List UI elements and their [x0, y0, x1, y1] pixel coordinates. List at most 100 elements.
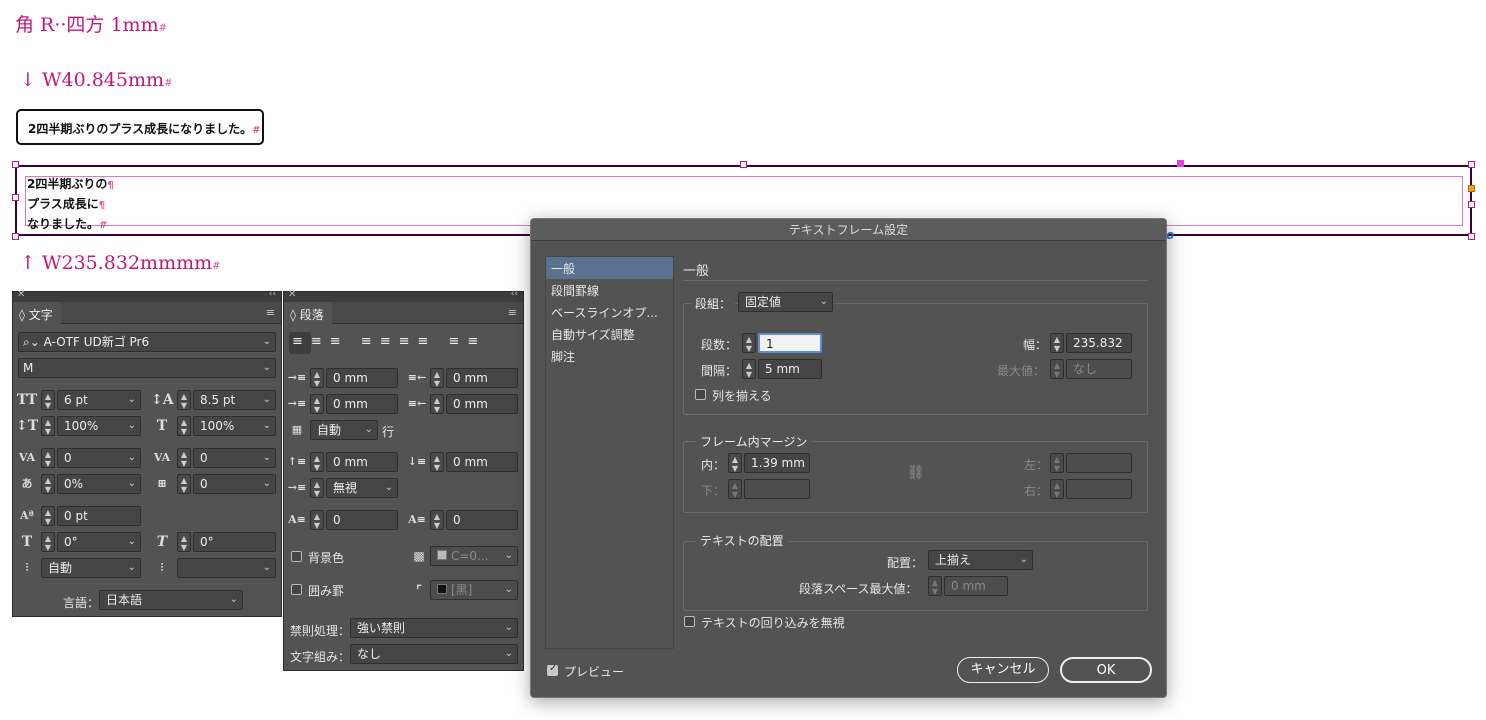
drop-cap-chars-field[interactable]: 0	[446, 510, 518, 530]
ok-button[interactable]: OK	[1060, 657, 1152, 683]
selection-handle[interactable]	[12, 194, 19, 201]
stepper[interactable]: ▲ ▼	[41, 506, 55, 526]
first-line-indent-field[interactable]: 0 mm	[326, 394, 398, 414]
stepper[interactable]: ▲ ▼	[1050, 333, 1064, 353]
stepper[interactable]: ▲ ▼	[430, 510, 444, 530]
selection-handle[interactable]	[1468, 233, 1475, 240]
grid-select[interactable]: 自動 ⌄	[310, 420, 378, 440]
gutter-input[interactable]: 5 mm	[758, 359, 822, 379]
stepper[interactable]: ▲ ▼	[177, 474, 191, 494]
align-to-grid-select[interactable]: 無視 ⌄	[326, 478, 398, 498]
stepper[interactable]: ▲ ▼	[41, 532, 55, 552]
tab-character[interactable]: ◊ 文字	[13, 302, 61, 324]
stepper[interactable]: ▲ ▼	[728, 479, 742, 499]
selection-handle[interactable]	[1468, 161, 1475, 168]
aki-field[interactable]: 0 ⌄	[193, 474, 276, 494]
skew-field[interactable]: 0°	[193, 532, 276, 552]
nav-item-footnotes[interactable]: 脚注	[546, 345, 673, 367]
horizontal-scale-field[interactable]: 100% ⌄	[193, 416, 276, 436]
nav-item-column-rules[interactable]: 段間罫線	[546, 279, 673, 301]
tab-paragraph[interactable]: ◊ 段落	[284, 302, 332, 324]
close-icon[interactable]: ✕	[288, 289, 296, 300]
stepper[interactable]: ▲ ▼	[41, 474, 55, 494]
close-icon[interactable]: ✕	[17, 289, 25, 300]
stepper[interactable]: ▲ ▼	[742, 333, 756, 353]
stepper[interactable]: ▲ ▼	[430, 368, 444, 388]
column-width-input[interactable]: 235.832	[1066, 333, 1132, 353]
tracking-field[interactable]: 0 ⌄	[193, 448, 276, 468]
last-line-indent-field[interactable]: 0 mm	[446, 394, 518, 414]
chain-link-icon[interactable]: ⛓	[907, 465, 925, 481]
stepper[interactable]: ▲ ▼	[430, 452, 444, 472]
kerning-field[interactable]: 0 ⌄	[57, 448, 141, 468]
nav-item-auto-size[interactable]: 自動サイズ調整	[546, 323, 673, 345]
font-size-field[interactable]: 6 pt ⌄	[57, 390, 141, 410]
border-color-select[interactable]: [黒] ⌄	[430, 580, 518, 600]
font-family-select[interactable]: ⌕⌄ A-OTF UD新ゴ Pr6 ⌄	[18, 332, 276, 352]
stepper[interactable]: ▲ ▼	[310, 478, 324, 498]
column-count-input[interactable]: 1	[758, 333, 822, 353]
rotate-field[interactable]: 0° ⌄	[57, 532, 141, 552]
stepper[interactable]: ▲ ▼	[177, 416, 191, 436]
cancel-button[interactable]: キャンセル	[957, 657, 1049, 683]
stepper[interactable]: ▲ ▼	[1050, 359, 1064, 379]
selection-handle[interactable]	[12, 161, 19, 168]
nav-item-baseline-options[interactable]: ベースラインオプ...	[546, 301, 673, 323]
balance-columns-checkbox[interactable]	[695, 389, 706, 400]
stepper[interactable]: ▲ ▼	[310, 394, 324, 414]
left-indent-field[interactable]: 0 mm	[326, 368, 398, 388]
mojikumi-alt-select[interactable]: ⌄	[177, 558, 276, 578]
stepper[interactable]: ▲ ▼	[177, 532, 191, 552]
vj-align-select[interactable]: 上揃え ⌄	[928, 550, 1033, 570]
font-style-select[interactable]: M ⌄	[18, 358, 276, 378]
nav-item-general[interactable]: 一般	[546, 257, 673, 279]
inset-left-input[interactable]	[1066, 453, 1132, 473]
stepper[interactable]: ▲ ▼	[177, 448, 191, 468]
column-max-input[interactable]: なし	[1066, 359, 1132, 379]
stepper[interactable]: ▲ ▼	[41, 390, 55, 410]
collapse-icon[interactable]: ‹‹	[511, 289, 518, 299]
stepper[interactable]: ▲ ▼	[1050, 453, 1064, 473]
preview-checkbox[interactable]	[547, 663, 558, 676]
leading-field[interactable]: 8.5 pt ⌄	[193, 390, 276, 410]
stepper[interactable]: ▲ ▼	[1050, 479, 1064, 499]
space-after-field[interactable]: 0 mm	[446, 452, 518, 472]
vj-max-space-input[interactable]: 0 mm	[944, 576, 1008, 596]
tsume-field[interactable]: 0% ⌄	[57, 474, 141, 494]
vertical-scale-field[interactable]: 100% ⌄	[57, 416, 141, 436]
stepper[interactable]: ▲ ▼	[928, 576, 942, 596]
panel-menu-icon[interactable]: ≡	[508, 306, 517, 319]
inset-bottom-input[interactable]	[744, 479, 810, 499]
space-before-field[interactable]: 0 mm	[326, 452, 398, 472]
columns-mode-select[interactable]: 固定値 ⌄	[738, 292, 833, 312]
kinsoku-select[interactable]: 強い禁則 ⌄	[350, 618, 518, 638]
selection-handle[interactable]	[740, 161, 747, 168]
stepper[interactable]: ▲ ▼	[41, 416, 55, 436]
text-frame-small[interactable]: 2四半期ぶりのプラス成長になりました。#	[16, 109, 264, 145]
mojikumi-select[interactable]: なし ⌄	[350, 644, 518, 664]
baseline-shift-field[interactable]: 0 pt	[57, 506, 141, 526]
corner-options-handle[interactable]	[1177, 160, 1184, 167]
ignore-wrap-checkbox[interactable]	[684, 616, 695, 627]
stepper[interactable]: ▲ ▼	[177, 390, 191, 410]
right-indent-field[interactable]: 0 mm	[446, 368, 518, 388]
stepper[interactable]: ▲ ▼	[41, 448, 55, 468]
border-checkbox[interactable]	[291, 584, 302, 595]
background-color-select[interactable]: C=0... ⌄	[430, 546, 518, 566]
out-port-handle[interactable]	[1468, 185, 1475, 192]
collapse-icon[interactable]: ‹‹	[269, 289, 276, 299]
selection-handle[interactable]	[1468, 201, 1475, 208]
inset-right-input[interactable]	[1066, 479, 1132, 499]
panel-menu-icon[interactable]: ≡	[266, 306, 275, 319]
stepper[interactable]: ▲ ▼	[310, 452, 324, 472]
stepper[interactable]: ▲ ▼	[430, 394, 444, 414]
stepper[interactable]: ▲ ▼	[742, 359, 756, 379]
mojikumi-select[interactable]: 自動 ⌄	[41, 558, 141, 578]
drop-cap-lines-field[interactable]: 0	[326, 510, 398, 530]
alignment-icons[interactable]: ≡≡≡ ≡≡≡≡ ≡≡	[292, 334, 486, 349]
stepper[interactable]: ▲ ▼	[310, 368, 324, 388]
stepper[interactable]: ▲ ▼	[310, 510, 324, 530]
selection-handle[interactable]	[12, 233, 19, 240]
background-color-checkbox[interactable]	[291, 551, 302, 562]
language-select[interactable]: 日本語 ⌄	[99, 590, 243, 610]
